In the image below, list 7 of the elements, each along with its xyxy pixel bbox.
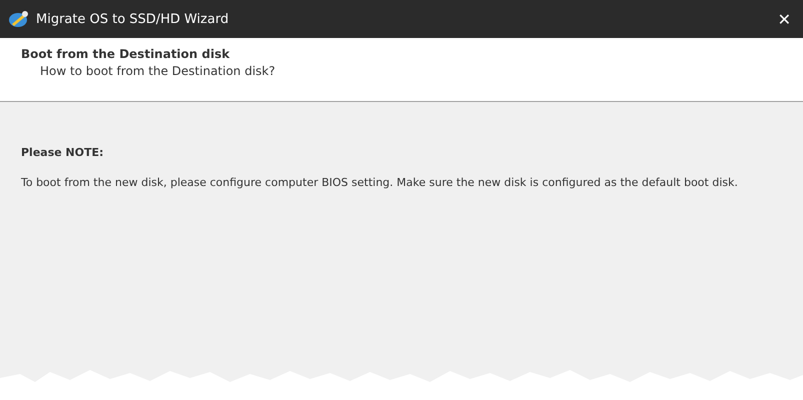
window-title: Migrate OS to SSD/HD Wizard — [36, 12, 229, 26]
app-icon — [8, 9, 30, 29]
note-text: To boot from the new disk, please configure computer BIOS setting. Make sure the new disk is configured as the default boot disk. — [21, 176, 739, 189]
close-button[interactable]: ✕ — [774, 10, 795, 28]
page-subtitle: How to boot from the Destination disk? — [40, 64, 276, 78]
note-heading: Please NOTE: — [21, 146, 105, 159]
page-title: Boot from the Destination disk — [21, 47, 231, 61]
